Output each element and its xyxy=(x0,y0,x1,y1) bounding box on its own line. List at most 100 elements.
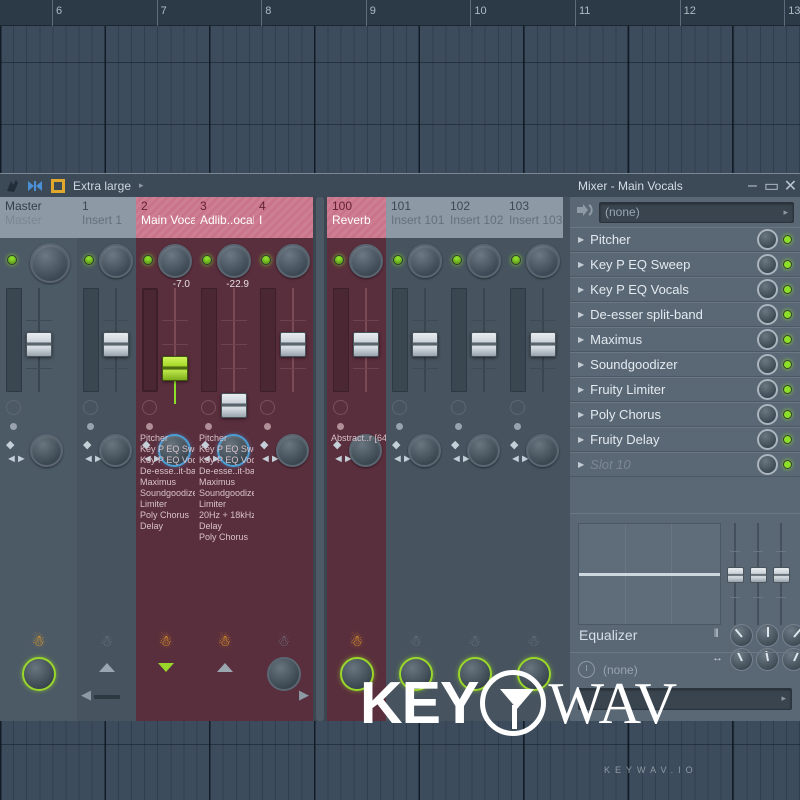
bottom-dropdown[interactable]: ▸ xyxy=(578,688,792,710)
strip-name[interactable]: Insert 103 xyxy=(509,213,563,228)
effect-enable-led[interactable] xyxy=(783,385,792,394)
effect-enable-led[interactable] xyxy=(783,235,792,244)
eq-band-fader-3[interactable] xyxy=(773,523,790,625)
effect-mix-knob[interactable] xyxy=(757,329,778,350)
equalizer-graph[interactable] xyxy=(578,523,721,625)
strip-plugin-name[interactable]: Maximus xyxy=(140,477,196,488)
expand-triangle-icon[interactable]: ▶ xyxy=(578,435,584,444)
strip-plugin-name[interactable]: Key P EQ Vocals xyxy=(199,455,255,466)
strip-enable-led[interactable] xyxy=(452,255,462,265)
strip-volume-knob[interactable] xyxy=(276,244,310,278)
effect-slot-name[interactable]: Poly Chorus xyxy=(590,407,757,422)
mixer-strip[interactable]: 3 Adlib..ocals -22.9 ◆ ◄► xyxy=(195,197,255,721)
equalizer-knob[interactable] xyxy=(756,624,779,647)
strip-delay-icon[interactable] xyxy=(510,400,525,415)
effect-enable-led[interactable] xyxy=(783,360,792,369)
route-arrow-up-icon[interactable] xyxy=(98,663,115,672)
effect-slot[interactable]: ▶ Poly Chorus xyxy=(570,402,800,427)
effect-slot-name[interactable]: Fruity Delay xyxy=(590,432,757,447)
send-level-knob[interactable] xyxy=(398,657,433,691)
playlist-ruler[interactable]: 6 7 8 9 10 11 12 13 xyxy=(0,0,800,26)
effect-slot[interactable]: ▶ Fruity Limiter xyxy=(570,377,800,402)
strip-delay-icon[interactable] xyxy=(142,400,157,415)
expand-triangle-icon[interactable]: ▶ xyxy=(578,235,584,244)
effect-slot-name[interactable]: Soundgoodizer xyxy=(590,357,757,372)
strip-volume-fader[interactable] xyxy=(26,332,52,357)
strip-name[interactable]: Insert 102 xyxy=(450,213,504,228)
strip-volume-fader[interactable] xyxy=(471,332,497,357)
expand-triangle-icon[interactable]: ▶ xyxy=(578,260,584,269)
strip-volume-knob[interactable] xyxy=(349,244,383,278)
stereo-separation-icon[interactable]: ◆ xyxy=(6,440,15,451)
mixer-scrollbar[interactable] xyxy=(313,197,327,721)
strip-record-dot[interactable] xyxy=(146,423,153,430)
strip-volume-knob[interactable] xyxy=(467,244,501,278)
effect-mix-knob[interactable] xyxy=(757,354,778,375)
strip-enable-led[interactable] xyxy=(261,255,271,265)
strip-delay-icon[interactable] xyxy=(6,400,21,415)
eq-band-fader-2[interactable] xyxy=(750,523,767,625)
strip-header[interactable]: 3 Adlib..ocals xyxy=(195,197,254,238)
strip-plugin-name[interactable]: Soundgoodizer xyxy=(140,488,196,499)
mixer-strip[interactable]: 1 Insert 1 ◆ ◄► ☃ ◀ xyxy=(77,197,136,721)
effect-slot[interactable]: ▶ Key P EQ Vocals xyxy=(570,277,800,302)
pan-icon[interactable]: ◄► xyxy=(6,454,27,465)
effect-slot-name[interactable]: De-esser split-band xyxy=(590,307,757,322)
mixer-preset-label[interactable]: Extra large xyxy=(73,179,131,193)
effect-enable-led[interactable] xyxy=(783,260,792,269)
scroll-right-icon[interactable]: ▶ xyxy=(299,687,309,703)
stereo-separation-icon[interactable]: ◆ xyxy=(451,440,460,451)
effect-slot-name[interactable]: Slot 10 xyxy=(590,457,757,472)
send-level-knob[interactable] xyxy=(516,657,551,691)
strip-volume-knob[interactable] xyxy=(217,244,251,278)
strip-plugin-name[interactable]: Poly Chorus xyxy=(140,510,196,521)
strip-record-dot[interactable] xyxy=(396,423,403,430)
strip-plugin-name[interactable]: 20Hz + 18kHz cut xyxy=(199,510,255,521)
strip-route-lamp-icon[interactable]: ☃ xyxy=(350,633,364,650)
maximize-button[interactable]: ▭ xyxy=(762,174,781,197)
strip-volume-fader[interactable] xyxy=(162,356,188,381)
route-arrow-up-icon[interactable] xyxy=(216,663,233,672)
expand-triangle-icon[interactable]: ▶ xyxy=(578,310,584,319)
effect-slot[interactable]: ▶ Fruity Delay xyxy=(570,427,800,452)
strip-pan-knob[interactable] xyxy=(276,434,309,467)
effect-slot-name[interactable]: Pitcher xyxy=(590,232,757,247)
send-level-knob[interactable] xyxy=(457,657,492,691)
strip-route-lamp-icon[interactable]: ☃ xyxy=(32,633,46,650)
equalizer-knob[interactable] xyxy=(730,624,753,647)
strip-route-lamp-icon[interactable]: ☃ xyxy=(277,633,291,650)
strip-pan-knob[interactable] xyxy=(30,434,63,467)
mixer-strip[interactable]: 103 Insert 103 ◆ ◄► ☃ xyxy=(504,197,563,721)
mixer-strip[interactable]: 4 I ◆ ◄► ☃ ▶ xyxy=(254,197,313,721)
stereo-separation-icon[interactable]: ◆ xyxy=(510,440,519,451)
expand-triangle-icon[interactable]: ▶ xyxy=(578,285,584,294)
effect-slot-name[interactable]: Key P EQ Sweep xyxy=(590,257,757,272)
expand-triangle-icon[interactable]: ▶ xyxy=(578,385,584,394)
close-button[interactable]: ✕ xyxy=(781,174,800,197)
strip-plugin-name[interactable]: Abstract..r [64bit] xyxy=(331,433,387,444)
mixer-strip[interactable]: 100 Reverb ◆ ◄► Abstract..r [64 ☃ xyxy=(327,197,387,721)
strip-header[interactable]: 101 Insert 101 xyxy=(386,197,445,238)
equalizer-knob[interactable] xyxy=(782,624,800,647)
strip-name[interactable]: Insert 101 xyxy=(391,213,445,228)
effect-mix-knob[interactable] xyxy=(757,229,778,250)
strip-plugin-name[interactable]: Maximus xyxy=(199,477,255,488)
strip-volume-fader[interactable] xyxy=(280,332,306,357)
strip-volume-fader[interactable] xyxy=(353,332,379,357)
strip-pan-knob[interactable] xyxy=(467,434,500,467)
mixer-strip[interactable]: Master Master ◆ ◄► ☃ xyxy=(0,197,77,721)
strip-record-dot[interactable] xyxy=(514,423,521,430)
strip-volume-fader[interactable] xyxy=(412,332,438,357)
send-arrow-icon[interactable] xyxy=(576,203,594,221)
color-swatch-icon[interactable] xyxy=(51,178,65,193)
effect-mix-knob[interactable] xyxy=(757,254,778,275)
strip-enable-led[interactable] xyxy=(511,255,521,265)
stereo-separation-icon[interactable]: ◆ xyxy=(260,440,269,451)
strip-route-lamp-icon[interactable]: ☃ xyxy=(468,633,482,650)
strip-plugin-name[interactable]: Delay xyxy=(140,521,196,532)
strip-enable-led[interactable] xyxy=(334,255,344,265)
strip-name[interactable]: Master xyxy=(5,213,77,228)
mixer-strip[interactable]: 101 Insert 101 ◆ ◄► ☃ xyxy=(386,197,445,721)
expand-triangle-icon[interactable]: ▶ xyxy=(578,410,584,419)
strip-header[interactable]: 100 Reverb xyxy=(327,197,386,238)
